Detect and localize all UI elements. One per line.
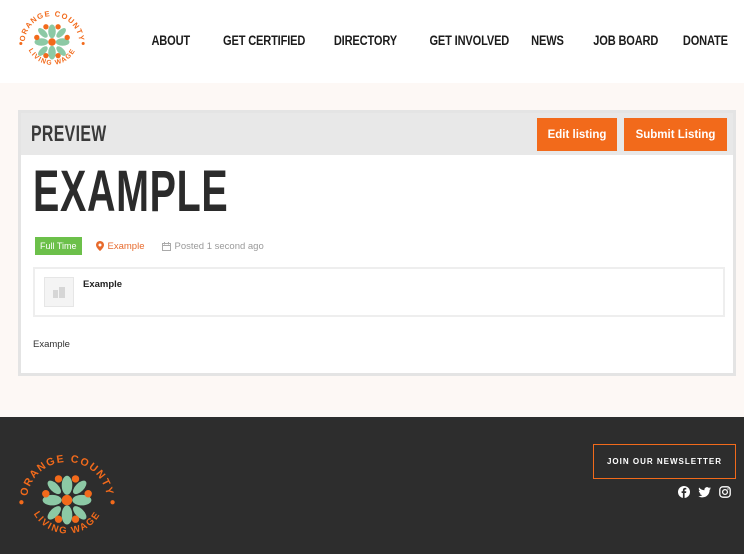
instagram-icon[interactable] bbox=[719, 486, 731, 498]
social-links bbox=[678, 486, 731, 498]
submit-listing-button[interactable]: Submit Listing bbox=[624, 118, 727, 151]
main-nav: ABOUT GET CERTIFIED DIRECTORY GET INVOLV… bbox=[143, 33, 728, 48]
site-footer: ORANGE COUNTY LIVING WAGE JOIN OUR NEWSL… bbox=[0, 417, 744, 554]
nav-get-certified[interactable]: GET CERTIFIED bbox=[223, 33, 305, 48]
building-icon bbox=[53, 287, 65, 298]
job-location-text: Example bbox=[107, 240, 145, 252]
edit-listing-button[interactable]: Edit listing bbox=[537, 118, 617, 151]
site-header: ORANGE COUNTY LIVING WAGE ABOUT GET CERT… bbox=[0, 0, 744, 83]
job-location[interactable]: Example bbox=[95, 240, 145, 252]
calendar-icon bbox=[162, 241, 172, 251]
site-logo[interactable]: ORANGE COUNTY LIVING WAGE bbox=[14, 4, 90, 80]
job-posted-text: Posted 1 second ago bbox=[174, 240, 264, 252]
nav-donate[interactable]: DONATE bbox=[683, 33, 728, 48]
facebook-icon[interactable] bbox=[678, 486, 690, 498]
job-posted: Posted 1 second ago bbox=[162, 240, 264, 252]
twitter-icon[interactable] bbox=[698, 486, 711, 498]
company-logo bbox=[44, 277, 74, 307]
job-description: Example bbox=[33, 339, 70, 350]
company-name: Example bbox=[83, 279, 123, 290]
company-card: Example bbox=[33, 267, 725, 317]
preview-heading: PREVIEW bbox=[31, 121, 107, 146]
job-meta: Full Time Example Posted 1 second ago bbox=[35, 237, 264, 255]
nav-job-board[interactable]: JOB BOARD bbox=[593, 33, 658, 48]
map-pin-icon bbox=[95, 241, 104, 251]
nav-news[interactable]: NEWS bbox=[531, 33, 564, 48]
nav-directory[interactable]: DIRECTORY bbox=[334, 33, 397, 48]
preview-header-bar: PREVIEW Edit listing Submit Listing bbox=[21, 113, 733, 155]
nav-get-involved[interactable]: GET INVOLVED bbox=[430, 33, 510, 48]
newsletter-button[interactable]: JOIN OUR NEWSLETTER bbox=[593, 444, 736, 479]
job-title: EXAMPLE bbox=[33, 159, 229, 224]
footer-logo[interactable]: ORANGE COUNTY LIVING WAGE bbox=[14, 445, 120, 551]
nav-about[interactable]: ABOUT bbox=[151, 33, 190, 48]
job-preview-panel: PREVIEW Edit listing Submit Listing EXAM… bbox=[18, 110, 736, 376]
job-type-badge: Full Time bbox=[35, 237, 82, 255]
